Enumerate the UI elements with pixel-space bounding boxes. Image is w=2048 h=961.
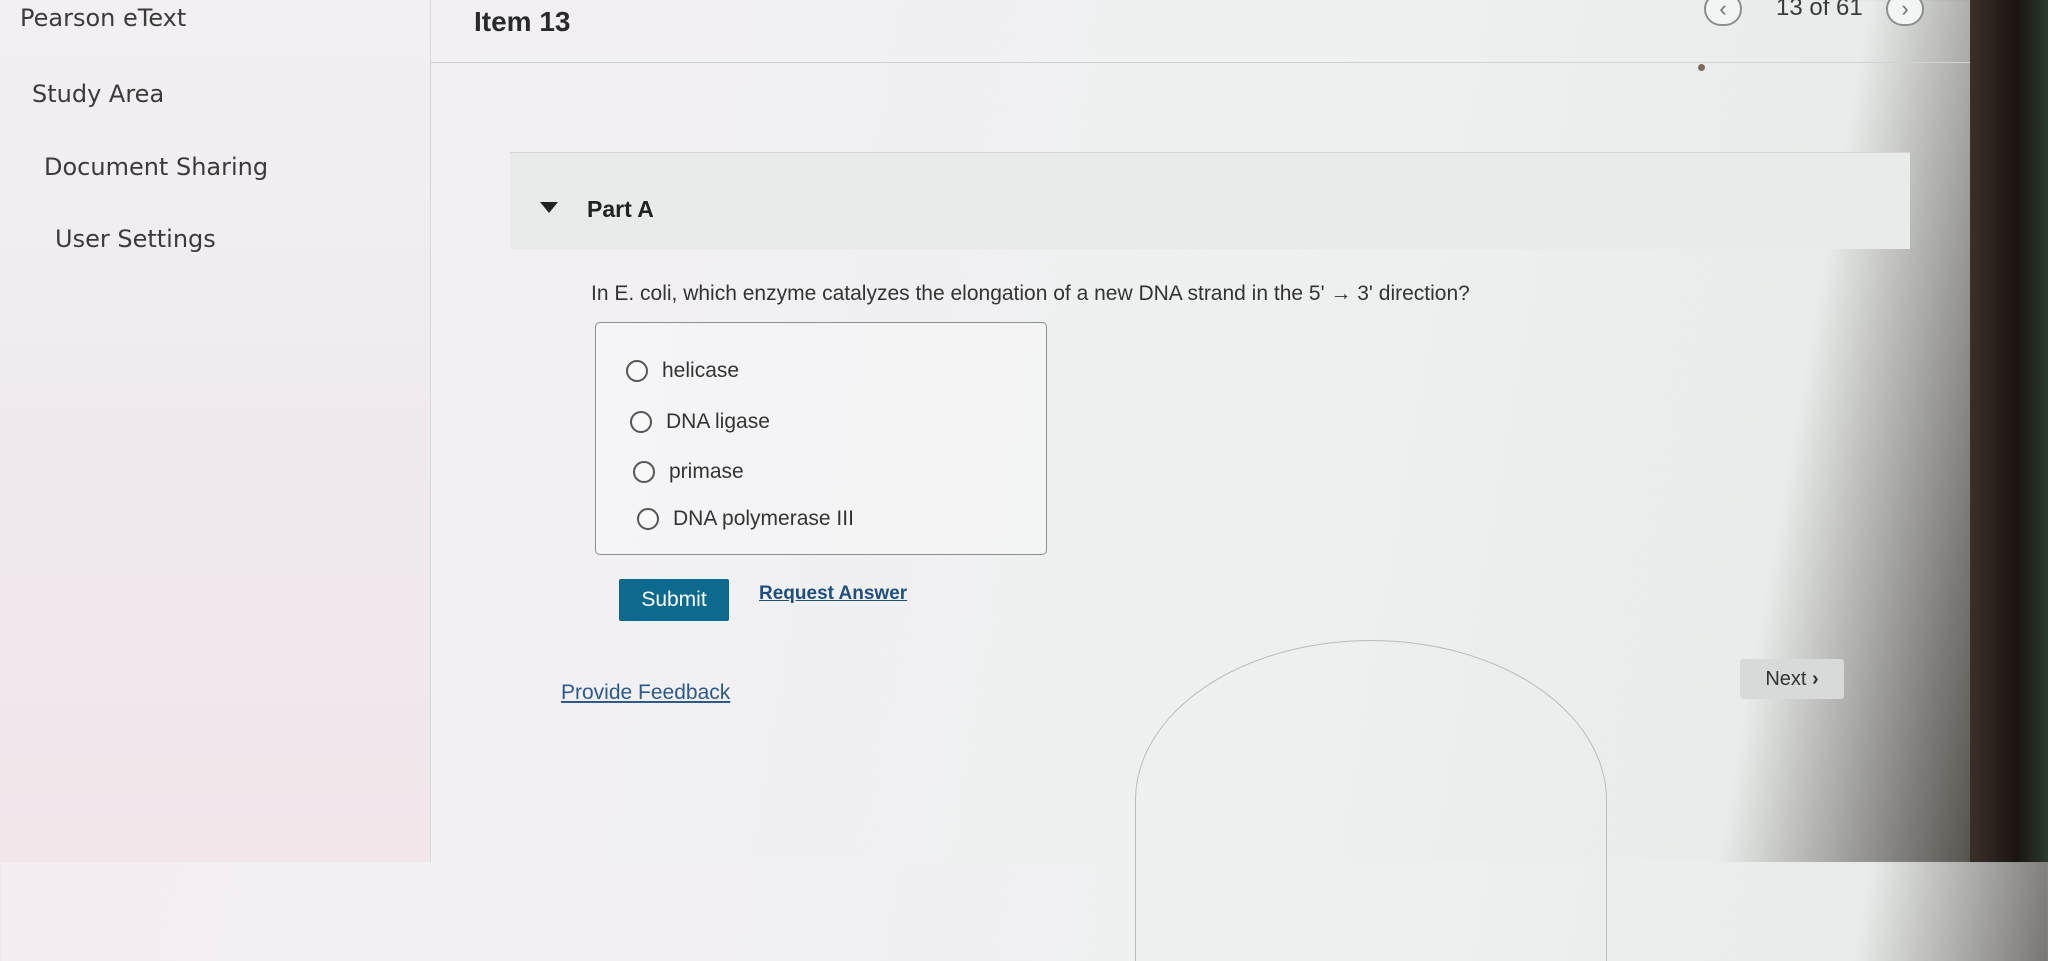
next-button[interactable]: Next › [1740,659,1844,699]
submit-button[interactable]: Submit [619,579,729,621]
choice-label: primase [669,460,744,483]
radio-icon[interactable] [630,411,652,433]
sidebar-item-document-sharing[interactable]: Document Sharing [44,153,268,181]
choice-label: DNA polymerase III [673,507,854,530]
choice-label: helicase [662,359,740,382]
choice-helicase[interactable]: helicase [626,359,739,383]
sidebar-item-user-settings[interactable]: User Settings [55,225,216,253]
screen-speck [1698,64,1705,71]
request-answer-link[interactable]: Request Answer [759,583,907,605]
part-label: Part A [587,196,654,222]
sidebar-item-study-area[interactable]: Study Area [32,80,164,108]
monitor-bezel [1970,0,2048,862]
sidebar-item-etext[interactable]: Pearson eText [20,4,186,32]
question-text: In E. coli, which enzyme catalyzes the e… [591,282,1470,305]
collapse-caret-icon[interactable] [540,202,558,213]
choice-dna-polymerase-iii[interactable]: DNA polymerase III [637,507,854,531]
item-counter: 13 of 61 [1776,0,1863,21]
radio-icon[interactable] [633,461,655,483]
choice-dna-ligase[interactable]: DNA ligase [630,410,770,434]
choice-primase[interactable]: primase [633,460,744,484]
choice-label: DNA ligase [666,410,770,433]
screen-glare [1135,640,1607,961]
part-header[interactable] [510,152,1910,249]
radio-icon[interactable] [626,360,648,382]
provide-feedback-link[interactable]: Provide Feedback [561,681,730,705]
sidebar: Pearson eText Study Area Document Sharin… [0,0,431,862]
next-label: Next [1765,668,1807,690]
radio-icon[interactable] [637,508,659,530]
chevron-right-icon: › [1901,0,1909,21]
page-title: Item 13 [474,6,571,37]
chevron-left-icon: ‹ [1719,0,1727,21]
chevron-right-icon: › [1812,668,1819,690]
